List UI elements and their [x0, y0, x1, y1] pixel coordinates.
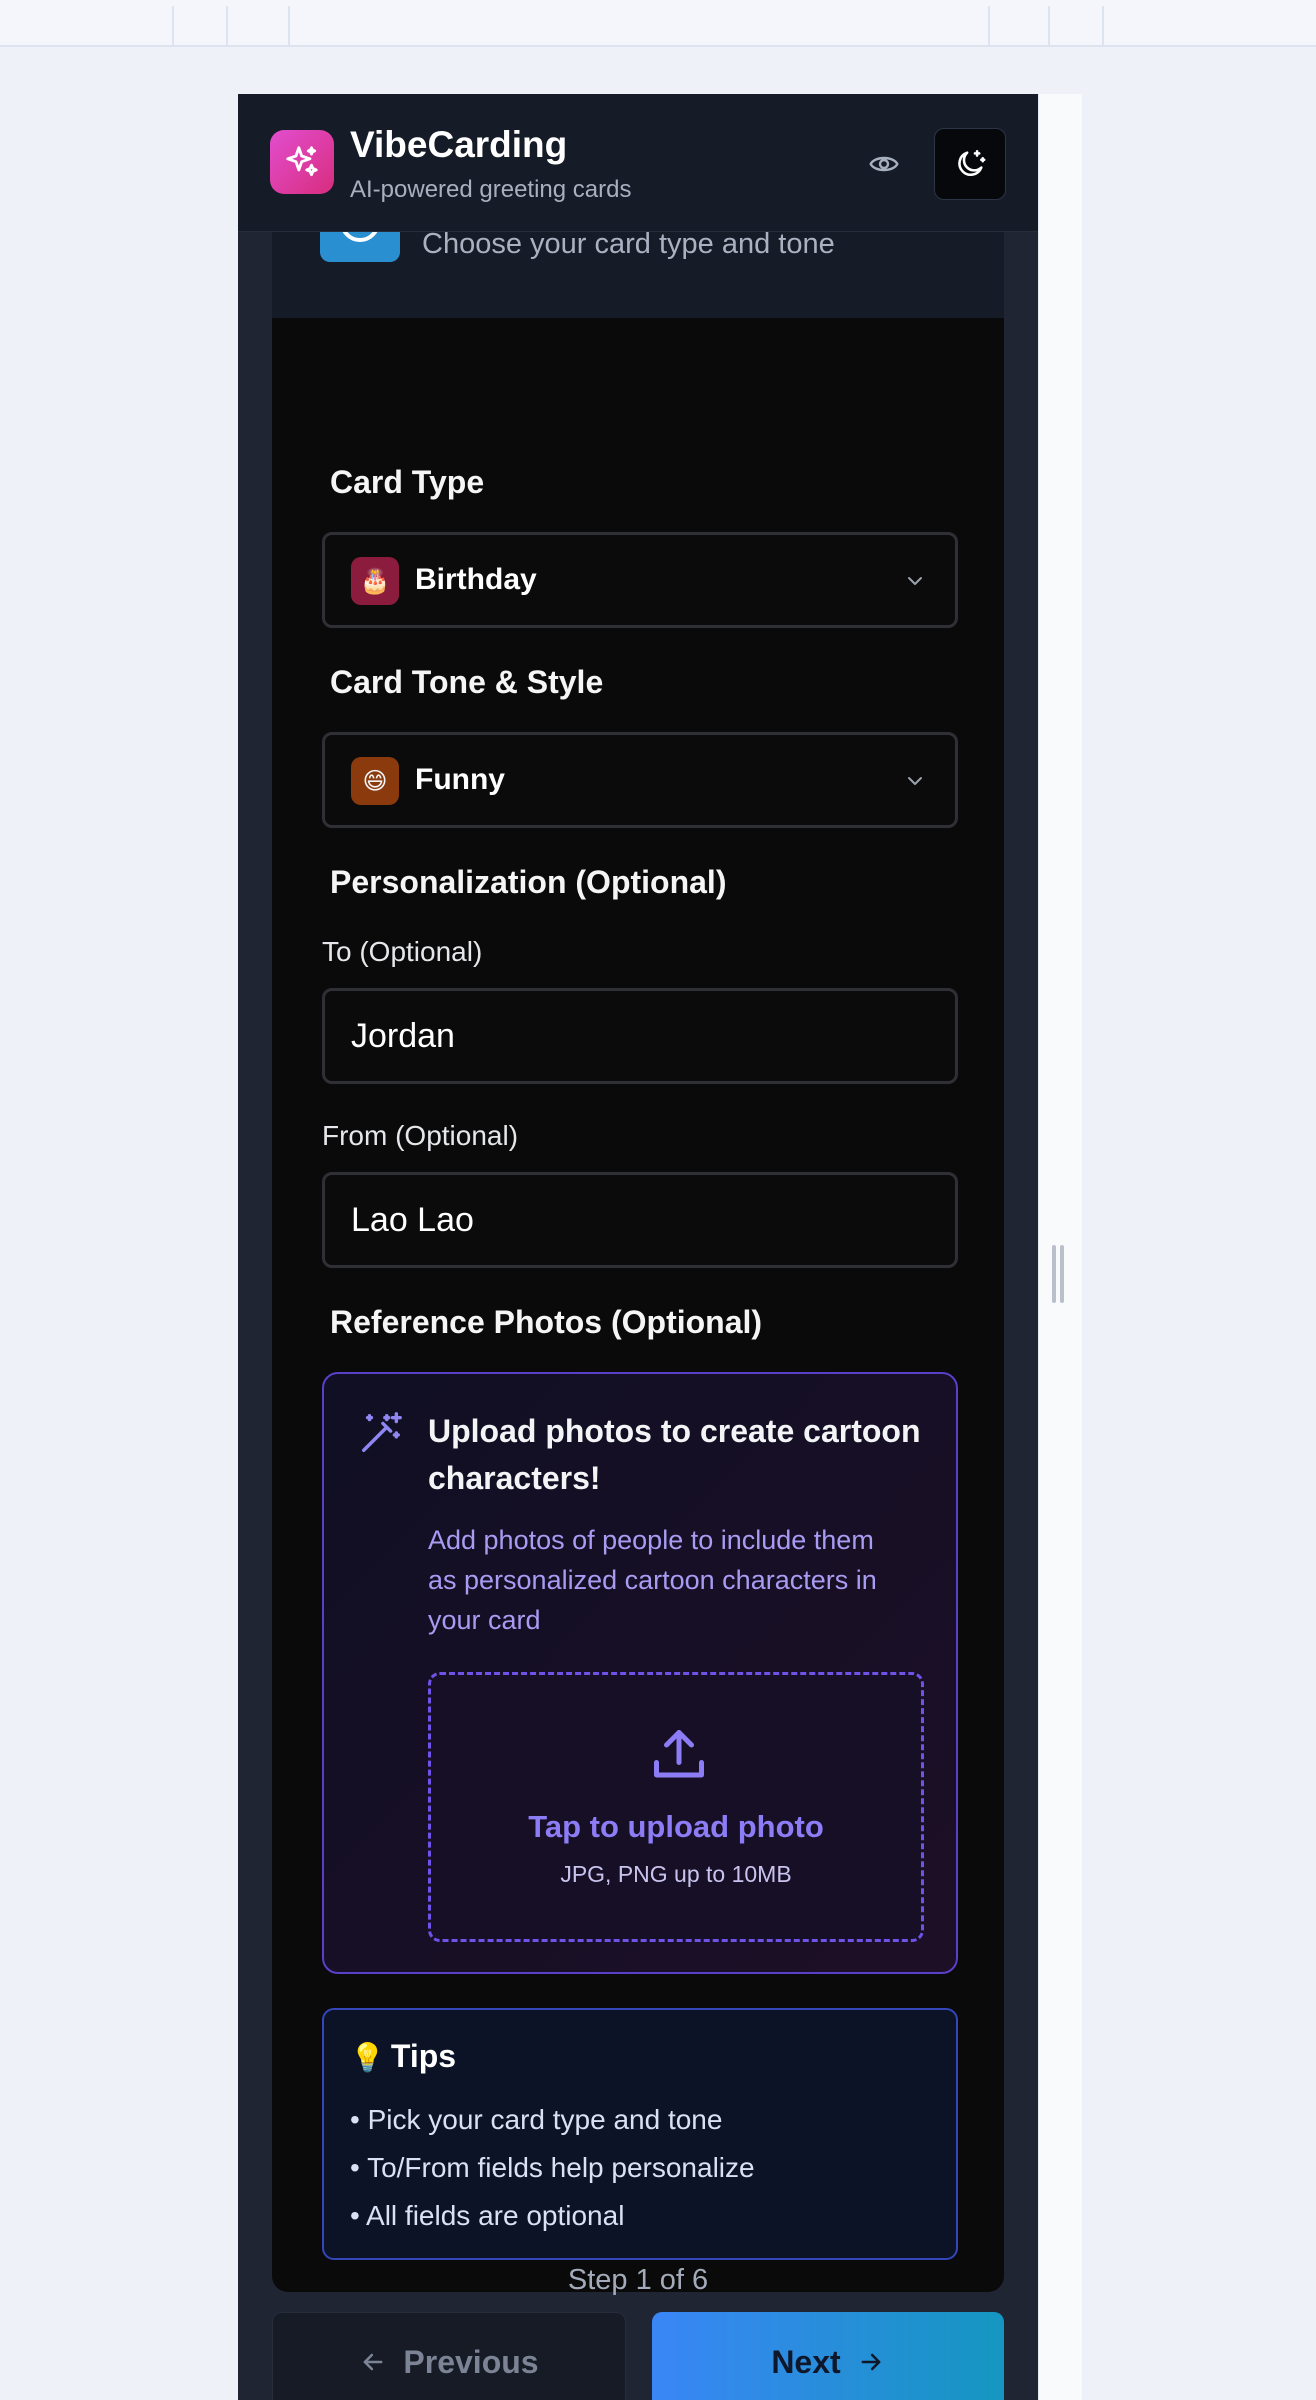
upload-icon: [654, 1730, 704, 1778]
chevron-down-icon: [908, 577, 922, 585]
arrow-left-icon: [363, 2353, 383, 2371]
top-bar-divider: [1048, 6, 1050, 45]
arrow-right-icon: [861, 2353, 881, 2371]
tips-title: 💡 Tips: [350, 2038, 456, 2075]
tip-item: • To/From fields help personalize: [350, 2152, 755, 2183]
sparkles-icon: [286, 146, 318, 177]
app-header: VibeCarding AI-powered greeting cards: [238, 94, 1038, 232]
card-type-select[interactable]: 🎂 Birthday: [322, 532, 958, 628]
smile-icon: 😄: [351, 757, 399, 805]
step-header: Choose your card type and tone: [272, 224, 1004, 318]
tips-heading: Tips: [390, 2038, 457, 2074]
top-bar-divider: [1102, 6, 1104, 45]
previous-button[interactable]: Previous: [272, 2312, 626, 2400]
moon-stars-icon: [958, 149, 986, 177]
tip-item: • All fields are optional: [350, 2200, 625, 2231]
browser-top-bar: [0, 0, 1316, 47]
app-logo[interactable]: [270, 130, 334, 194]
card-tone-label: Card Tone & Style: [330, 664, 604, 700]
top-bar-divider: [172, 6, 174, 45]
upload-constraints: JPG, PNG up to 10MB: [560, 1861, 792, 1887]
magic-wand-icon: [362, 1412, 402, 1452]
app-title: VibeCarding: [350, 124, 568, 165]
card-tone-value: Funny: [415, 763, 505, 796]
reference-photos-panel: Upload photos to create cartoon characte…: [322, 1372, 958, 1974]
upload-description: Add photos of people to include them as …: [428, 1525, 877, 1635]
app-frame: VibeCarding AI-powered greeting cards Ch…: [238, 94, 1038, 2400]
step-counter: Step 1 of 6: [567, 2264, 709, 2296]
top-bar-divider: [226, 6, 228, 45]
personalization-label: Personalization (Optional): [330, 864, 727, 900]
next-button[interactable]: Next: [652, 2312, 1004, 2400]
cake-icon: 🎂: [351, 557, 399, 605]
resize-handle[interactable]: [1052, 1245, 1056, 1303]
step-subtitle: Choose your card type and tone: [422, 228, 835, 260]
to-field-label: To (Optional): [322, 936, 483, 967]
card-tone-select[interactable]: 😄 Funny: [322, 732, 958, 828]
reference-photos-label: Reference Photos (Optional): [330, 1304, 763, 1340]
next-label: Next: [771, 2343, 841, 2380]
resize-handle[interactable]: [1060, 1245, 1064, 1303]
upload-cta: Tap to upload photo: [528, 1809, 824, 1844]
app-subtitle: AI-powered greeting cards: [350, 176, 632, 203]
top-bar-divider: [288, 6, 290, 45]
upload-title: Upload photos to create cartoon characte…: [428, 1413, 921, 1496]
top-bar-divider: [988, 6, 990, 45]
tip-item: • Pick your card type and tone: [350, 2104, 723, 2135]
tips-panel: 💡 Tips • Pick your card type and tone • T…: [322, 2008, 958, 2260]
eye-icon: [869, 156, 899, 172]
previous-label: Previous: [403, 2343, 539, 2380]
lightbulb-icon: 💡: [350, 2042, 385, 2073]
step-form-card: Card Type 🎂 Birthday Card Tone & Style 😄…: [272, 318, 1004, 2292]
from-input[interactable]: [322, 1172, 958, 1268]
chevron-down-icon: [908, 777, 922, 785]
theme-toggle-button[interactable]: [934, 128, 1006, 200]
from-field-label: From (Optional): [322, 1120, 519, 1151]
card-type-label: Card Type: [330, 464, 485, 500]
to-input[interactable]: [322, 988, 958, 1084]
card-type-value: Birthday: [415, 563, 537, 596]
preview-button[interactable]: [866, 146, 902, 182]
photo-dropzone[interactable]: Tap to upload photo JPG, PNG up to 10MB: [428, 1672, 924, 1942]
